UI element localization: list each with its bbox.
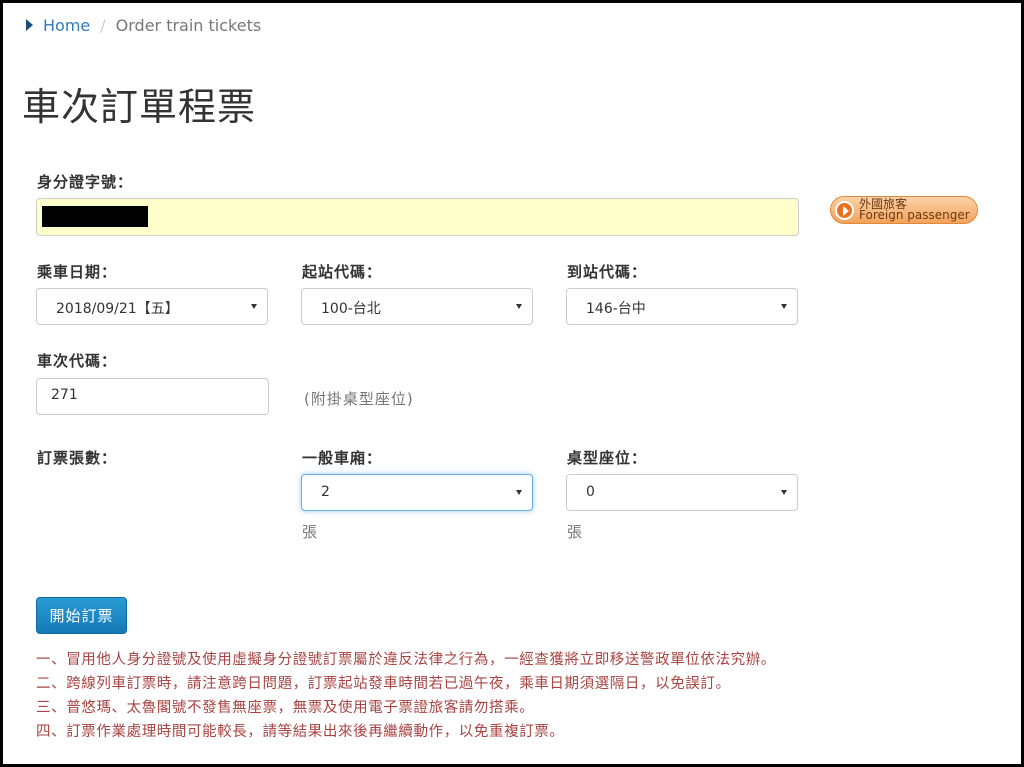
chevron-down-icon: [251, 304, 257, 309]
table-seat-unit: 張: [567, 523, 583, 541]
redacted-id-value: [42, 206, 148, 227]
from-station-select[interactable]: 100-台北: [301, 288, 533, 325]
table-seat-label: 桌型座位：: [567, 449, 648, 467]
caret-right-icon: [26, 19, 33, 31]
chevron-down-icon: [781, 490, 787, 495]
notice-item: 二、跨線列車訂票時，請注意跨日問題，訂票起站發車時間若已過午夜，乘車日期須選隔日…: [36, 676, 731, 692]
train-number-label: 車次代碼：: [37, 352, 118, 370]
breadcrumb-separator: /: [100, 15, 106, 35]
chevron-down-icon: [516, 490, 522, 495]
to-station-label: 到站代碼：: [567, 263, 648, 281]
notice-item: 三、普悠瑪、太魯閣號不發售無座票，無票及使用電子票證旅客請勿搭乘。: [36, 700, 535, 716]
table-seat-note: (附掛桌型座位): [304, 390, 414, 408]
breadcrumb-current: Order train tickets: [115, 15, 262, 35]
from-station-label: 起站代碼：: [302, 263, 383, 281]
chevron-down-icon: [516, 304, 522, 309]
start-booking-button[interactable]: 開始訂票: [36, 597, 127, 634]
to-station-value: 146-台中: [586, 301, 646, 317]
id-number-input[interactable]: [36, 198, 799, 236]
travel-date-value: 2018/09/21【五】: [56, 301, 179, 317]
play-icon: [835, 201, 854, 220]
train-number-value: 271: [51, 387, 78, 403]
page-title: 車次訂單程票: [22, 85, 257, 129]
id-number-label: 身分證字號：: [37, 173, 134, 191]
notice-list: 一、冒用他人身分證號及使用虛擬身分證號訂票屬於違反法律之行為，一經查獲將立即移送…: [36, 648, 776, 744]
foreign-passenger-button[interactable]: 外國旅客 Foreign passenger: [830, 196, 978, 224]
travel-date-label: 乘車日期：: [37, 263, 118, 281]
normal-car-count-value: 2: [321, 484, 330, 500]
ticket-count-label: 訂票張數：: [37, 449, 118, 467]
notice-item: 四、訂票作業處理時間可能較長，請等結果出來後再繼續動作，以免重複訂票。: [36, 724, 565, 740]
chevron-down-icon: [781, 304, 787, 309]
normal-car-label: 一般車廂：: [302, 449, 383, 467]
table-seat-count-select[interactable]: 0: [566, 474, 798, 511]
travel-date-select[interactable]: 2018/09/21【五】: [36, 288, 268, 325]
table-seat-count-value: 0: [586, 484, 595, 500]
notice-item: 一、冒用他人身分證號及使用虛擬身分證號訂票屬於違反法律之行為，一經查獲將立即移送…: [36, 652, 776, 668]
train-number-input[interactable]: 271: [36, 378, 269, 415]
to-station-select[interactable]: 146-台中: [566, 288, 798, 325]
foreign-passenger-label-en: Foreign passenger: [859, 208, 970, 222]
normal-car-count-select[interactable]: 2: [301, 474, 533, 511]
breadcrumb: Home / Order train tickets: [26, 14, 261, 36]
normal-car-unit: 張: [302, 523, 318, 541]
breadcrumb-home-link[interactable]: Home: [43, 16, 90, 35]
from-station-value: 100-台北: [321, 301, 381, 317]
